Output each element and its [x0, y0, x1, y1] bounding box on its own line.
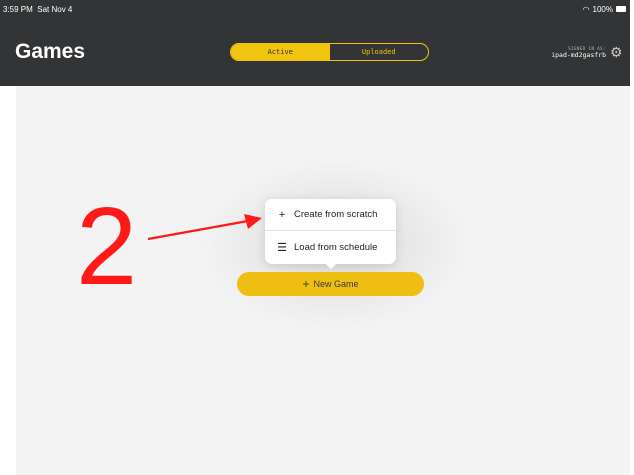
status-date: Sat Nov 4 — [37, 4, 73, 14]
battery-icon — [616, 6, 626, 12]
new-game-button[interactable]: + New Game — [237, 272, 424, 296]
tab-uploaded[interactable]: Uploaded — [330, 44, 429, 60]
nav-bar: Games Active Uploaded SIGNED IN AS: ipad… — [0, 18, 630, 86]
annotation-arrow-head — [244, 214, 262, 229]
wifi-icon: ◠ — [582, 4, 590, 14]
gear-icon[interactable]: ⚙ — [610, 45, 624, 59]
status-time: 3:59 PM — [3, 4, 33, 14]
game-filter-segmented-control: Active Uploaded — [230, 43, 429, 61]
menu-item-label: Load from schedule — [294, 241, 378, 253]
page-title: Games — [15, 40, 86, 63]
ipad-screen: 3:59 PM Sat Nov 4 ◠ 100% Games Active Up… — [0, 0, 634, 475]
battery-percent: 100% — [592, 4, 613, 14]
left-edge — [0, 86, 16, 475]
status-right: ◠ 100% — [583, 5, 626, 14]
list-icon: ☰ — [277, 241, 287, 254]
menu-item-label: Create from scratch — [294, 209, 378, 220]
signed-in-info: SIGNED IN AS: ipad-md2gasfrb — [551, 46, 606, 59]
plus-icon: + — [302, 277, 310, 291]
menu-item-load-from-schedule[interactable]: ☰ Load from schedule — [265, 231, 396, 263]
status-left: 3:59 PM Sat Nov 4 — [3, 5, 72, 14]
popover-arrow — [324, 262, 338, 269]
new-game-label: New Game — [313, 279, 359, 289]
annotation-step-number: 2 — [76, 185, 138, 308]
new-game-menu: + Create from scratch ☰ Load from schedu… — [265, 199, 396, 264]
signed-in-user: ipad-md2gasfrb — [551, 51, 606, 59]
right-edge — [630, 0, 634, 475]
annotation-arrow — [147, 214, 262, 241]
status-bar: 3:59 PM Sat Nov 4 ◠ 100% — [0, 0, 630, 18]
plus-icon: + — [278, 208, 286, 221]
tab-active[interactable]: Active — [231, 44, 330, 60]
menu-item-create-from-scratch[interactable]: + Create from scratch — [265, 199, 396, 231]
annotation-arrow-shaft — [147, 219, 249, 241]
